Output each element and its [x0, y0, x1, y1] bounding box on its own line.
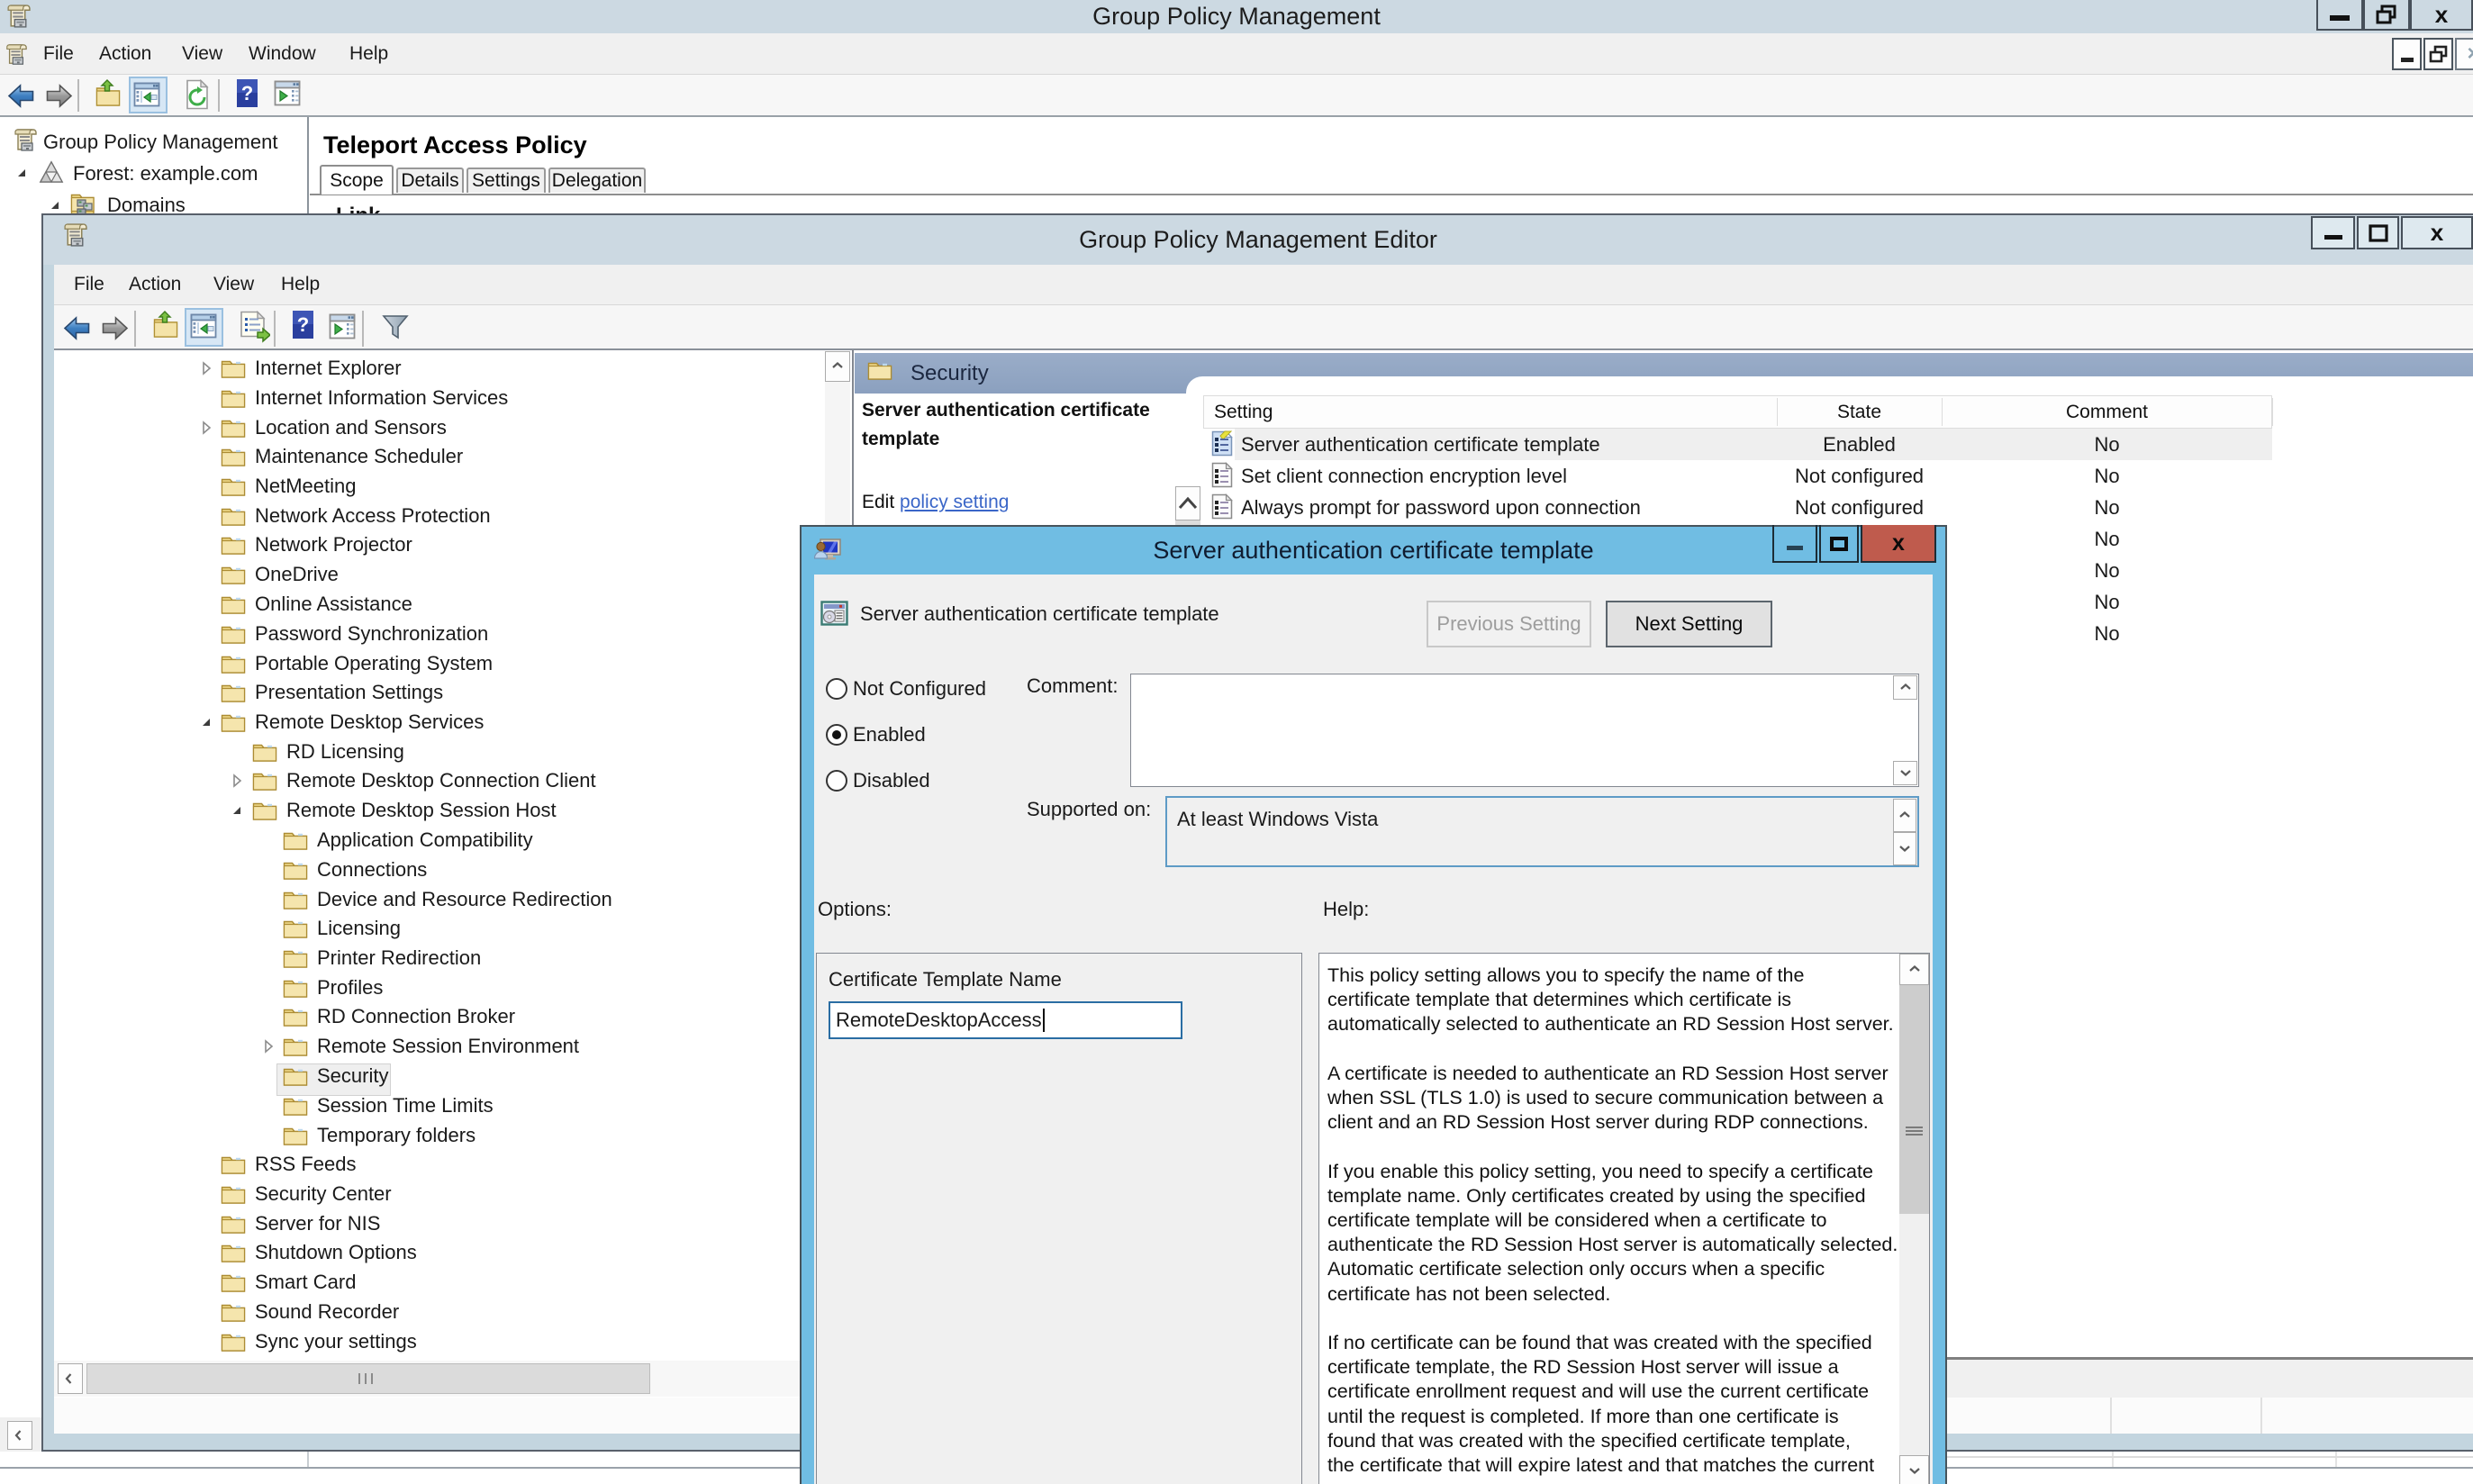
svg-text:?: ? — [241, 82, 253, 104]
svg-text:?: ? — [297, 313, 309, 336]
